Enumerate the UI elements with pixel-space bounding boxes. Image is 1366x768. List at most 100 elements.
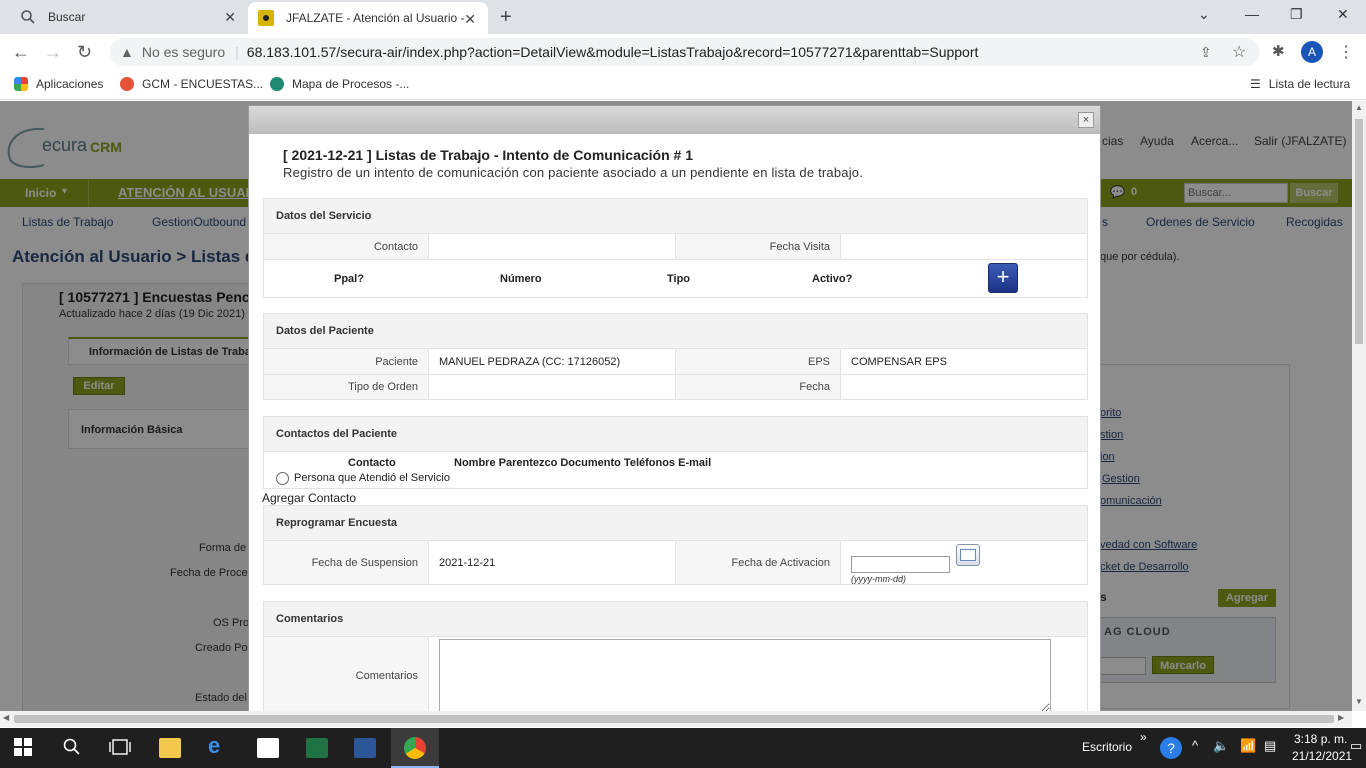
clock-time[interactable]: 3:18 p. m. <box>1294 732 1347 746</box>
col-contacto: Contacto <box>348 457 396 469</box>
close-window-icon[interactable]: ✕ <box>1337 6 1349 23</box>
security-label: No es seguro <box>141 44 226 60</box>
add-contact-link[interactable]: Agregar Contacto <box>262 491 356 505</box>
contacto-label: Contacto <box>264 234 429 259</box>
eps-label: EPS <box>676 349 841 374</box>
phones-header-row: Ppal? Número Tipo Activo? + <box>263 260 1088 298</box>
toolbar-expand-icon[interactable]: » <box>1140 730 1147 744</box>
minimize-icon[interactable]: — <box>1245 6 1259 22</box>
section-reprogramar: Reprogramar Encuesta <box>263 505 1088 541</box>
desktop-label[interactable]: Escritorio <box>1082 740 1132 754</box>
activacion-label: Fecha de Activacion <box>676 541 841 584</box>
vertical-scroll-thumb[interactable] <box>1355 119 1363 344</box>
close-icon[interactable]: × <box>1078 112 1094 128</box>
reading-list[interactable]: ☰ Lista de lectura <box>1250 77 1350 91</box>
comentarios-label: Comentarios <box>264 637 429 711</box>
bookmark-mapa[interactable]: Mapa de Procesos -... <box>270 77 409 91</box>
network-icon[interactable]: 📶 <box>1240 738 1256 754</box>
contactos-row: Contacto Nombre Parentezco Documento Tel… <box>263 452 1088 489</box>
chrome-icon <box>404 737 426 759</box>
contact-cols: Nombre Parentezco Documento Teléfonos E-… <box>454 457 712 469</box>
reading-list-label: Lista de lectura <box>1268 77 1351 91</box>
col-numero: Número <box>500 273 542 285</box>
scroll-right-icon[interactable]: ▶ <box>1338 713 1344 722</box>
fecha-value <box>841 375 1087 399</box>
search-icon[interactable] <box>63 738 81 761</box>
tray-chevron-icon[interactable]: ^ <box>1192 738 1198 753</box>
reload-icon[interactable]: ↻ <box>77 42 92 63</box>
horizontal-scroll-thumb[interactable] <box>14 715 1334 723</box>
forward-icon[interactable]: → <box>44 42 62 63</box>
clock-date[interactable]: 21/12/2021 <box>1292 749 1352 763</box>
scroll-up-icon[interactable]: ▲ <box>1355 103 1363 112</box>
chrome-taskbar-item[interactable] <box>391 728 439 768</box>
eps-value: COMPENSAR EPS <box>851 355 947 368</box>
reprogramar-row: Fecha de Suspension 2021-12-21 Fecha de … <box>263 541 1088 585</box>
store-icon[interactable] <box>257 738 279 758</box>
sites-favicon-icon <box>270 77 284 91</box>
section-comentarios: Comentarios <box>263 601 1088 637</box>
windows-taskbar: e Escritorio » ? ^ 🔈 📶 ▤ 3:18 p. m. 21/1… <box>0 728 1366 768</box>
section-paciente: Datos del Paciente <box>263 313 1088 349</box>
contacto-value <box>429 234 676 259</box>
volume-icon[interactable]: 🔈 <box>1213 738 1229 754</box>
fecha-visita-value <box>841 234 1087 259</box>
bookmark-label: GCM - ENCUESTAS... <box>142 77 264 91</box>
modal-title: [ 2021-12-21 ] Listas de Trabajo - Inten… <box>283 147 693 163</box>
restore-icon[interactable]: ❐ <box>1290 6 1303 23</box>
edge-icon[interactable]: e <box>208 733 230 758</box>
activacion-cell: (yyyy-mm-dd) <box>841 541 1087 584</box>
close-tab-icon[interactable]: ✕ <box>464 11 476 28</box>
notifications-icon[interactable]: ▭ <box>1350 738 1362 754</box>
search-icon <box>20 9 36 25</box>
excel-icon[interactable] <box>306 738 328 758</box>
section-servicio: Datos del Servicio <box>263 198 1088 234</box>
share-icon[interactable]: ⇪ <box>1200 44 1212 61</box>
warning-icon: ▲ <box>120 44 134 60</box>
page-viewport: ecura CRM cias Ayuda Acerca... Salir (JF… <box>0 101 1352 711</box>
menu-dots-icon[interactable]: ⋮ <box>1338 42 1354 62</box>
paciente-row: Paciente MANUEL PEDRAZA (CC: 17126052) E… <box>263 349 1088 375</box>
profile-avatar[interactable]: A <box>1301 41 1323 63</box>
task-view-icon[interactable] <box>109 738 131 761</box>
bookmarks-bar: Aplicaciones GCM - ENCUESTAS... Mapa de … <box>0 70 1366 100</box>
calendar-icon[interactable] <box>956 544 980 566</box>
tipo-orden-value <box>429 375 676 399</box>
servicio-row: Contacto Fecha Visita <box>263 234 1088 260</box>
vertical-scrollbar[interactable]: ▲ ▼ <box>1352 101 1366 711</box>
bookmark-label: Aplicaciones <box>36 77 104 91</box>
new-tab-icon[interactable]: + <box>500 6 512 29</box>
star-icon[interactable]: ☆ <box>1232 42 1246 62</box>
comentarios-textarea[interactable] <box>439 639 1051 711</box>
keyboard-icon[interactable]: ▤ <box>1264 738 1276 754</box>
file-explorer-icon[interactable] <box>159 738 181 758</box>
bookmark-apps[interactable]: Aplicaciones <box>14 77 103 91</box>
orden-row: Tipo de Orden Fecha <box>263 375 1088 400</box>
browser-tab-active[interactable]: JFALZATE - Atención al Usuario - ✕ <box>248 2 488 34</box>
windows-start-icon[interactable] <box>14 738 32 761</box>
scroll-down-icon[interactable]: ▼ <box>1355 697 1363 706</box>
close-tab-icon[interactable]: ✕ <box>224 9 236 26</box>
bookmark-gcm[interactable]: GCM - ENCUESTAS... <box>120 77 263 91</box>
attended-label: Persona que Atendió el Servicio <box>294 472 450 484</box>
url-text: 68.183.101.57/secura-air/index.php?actio… <box>246 44 979 60</box>
word-icon[interactable] <box>354 738 376 758</box>
tipo-orden-label: Tipo de Orden <box>264 375 429 399</box>
omnibox[interactable]: ▲ No es seguro | 68.183.101.57/secura-ai… <box>110 38 1260 66</box>
horizontal-scrollbar[interactable]: ◀ ▶ <box>0 711 1352 727</box>
suspension-value: 2021-12-21 <box>429 541 676 584</box>
fecha-label: Fecha <box>676 375 841 399</box>
tab-search-chevron-icon[interactable]: ⌄ <box>1198 6 1210 23</box>
back-icon[interactable]: ← <box>12 42 30 63</box>
add-phone-button[interactable]: + <box>988 263 1018 293</box>
scroll-left-icon[interactable]: ◀ <box>3 713 9 722</box>
help-icon[interactable]: ? <box>1160 737 1182 759</box>
activacion-input[interactable] <box>851 556 950 573</box>
attended-radio[interactable] <box>276 472 289 485</box>
date-hint: (yyyy-mm-dd) <box>851 574 906 584</box>
browser-tab-search[interactable]: Buscar ✕ <box>8 0 248 34</box>
section-contactos: Contactos del Paciente <box>263 416 1088 452</box>
extensions-icon[interactable]: ✱ <box>1272 42 1285 60</box>
plus-icon: + <box>996 264 1010 289</box>
modal-dialog: × [ 2021-12-21 ] Listas de Trabajo - Int… <box>248 105 1101 711</box>
